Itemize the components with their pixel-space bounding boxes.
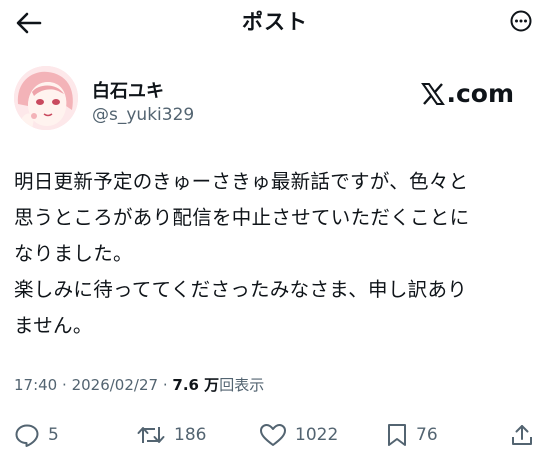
post-line: ません。: [14, 314, 93, 337]
like-count: 1022: [295, 425, 339, 445]
post-line: 思うところがあり配信を中止させていただくことに: [14, 206, 470, 229]
bookmark-icon: [388, 424, 406, 446]
repost-count: 186: [174, 425, 207, 445]
post-line: 楽しみに待っててくださったみなさま、申し訳あり: [14, 278, 468, 301]
action-bar: 5 186 1022 76: [14, 418, 536, 452]
post-date[interactable]: 2026/02/27: [72, 376, 158, 394]
post-time[interactable]: 17:40: [14, 376, 57, 394]
meta-separator: ·: [162, 376, 168, 394]
top-bar: ポスト: [0, 0, 550, 44]
xcom-logo: .com: [421, 79, 514, 108]
repost-button[interactable]: 186: [136, 418, 206, 452]
post-text: 明日更新予定のきゅーさきゅ最新話ですが、色々と 思うところがあり配信を中止させて…: [14, 164, 538, 344]
repost-icon: [137, 427, 165, 443]
share-icon: [512, 425, 532, 445]
x-logo-icon: [421, 82, 446, 105]
bookmark-count: 76: [416, 425, 438, 445]
display-name[interactable]: 白石ユキ: [92, 77, 164, 103]
heart-icon: [260, 424, 286, 446]
more-dots-icon: [510, 10, 532, 32]
post-line: なりました。: [14, 242, 133, 265]
views-count[interactable]: 7.6 万: [172, 376, 219, 394]
user-handle[interactable]: @s_yuki329: [92, 105, 194, 125]
post-line: 明日更新予定のきゅーさきゅ最新話ですが、色々と: [14, 170, 469, 193]
post-meta: 17:40 · 2026/02/27 · 7.6 万回表示: [14, 374, 264, 395]
author-row: 白石ユキ @s_yuki329 .com: [14, 66, 536, 134]
views-label: 回表示: [219, 376, 265, 394]
avatar[interactable]: [14, 66, 78, 130]
like-button[interactable]: 1022: [259, 418, 338, 452]
reply-icon: [15, 424, 39, 447]
xcom-wordmark: .com: [446, 79, 514, 108]
more-button[interactable]: [504, 4, 538, 38]
reply-button[interactable]: 5: [14, 418, 59, 452]
page-title: ポスト: [242, 10, 308, 34]
avatar-illustration-icon: [14, 66, 78, 130]
bookmark-button[interactable]: 76: [386, 418, 438, 452]
share-button[interactable]: [510, 418, 534, 452]
meta-separator: ·: [62, 376, 67, 394]
reply-count: 5: [48, 425, 59, 445]
